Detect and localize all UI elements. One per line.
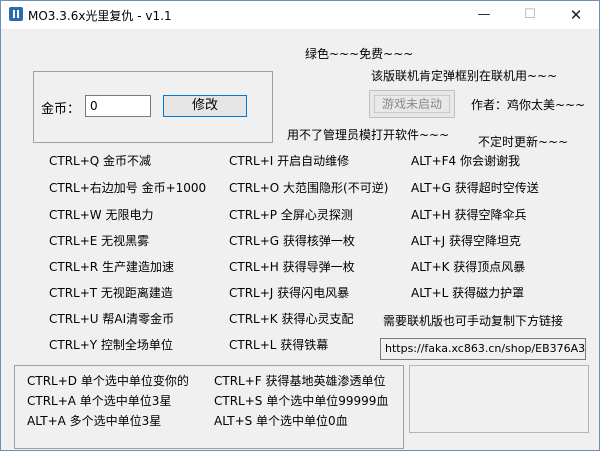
hotkey-label: CTRL+E 无视黑雾 (49, 234, 150, 248)
note-author: 作者：鸡你太美~~~ (471, 98, 586, 112)
game-status-button[interactable]: 游戏未启动 (369, 90, 455, 118)
maximize-button[interactable]: ☐ (507, 1, 553, 29)
note-online-warning: 该版联机肯定弹框别在联机用~~~ (371, 69, 558, 83)
empty-panel (409, 365, 589, 433)
hotkey-label: ALT+G 获得超时空传送 (411, 181, 539, 195)
hotkey-label: CTRL+U 帮AI清零金币 (49, 312, 175, 326)
hotkey-label: ALT+F4 你会谢谢我 (411, 154, 520, 168)
hotkey-label: CTRL+O 大范围隐形(不可逆) (229, 181, 389, 195)
hotkey-label: CTRL+T 无视距离建造 (49, 286, 173, 300)
gold-label: 金币： (41, 102, 81, 117)
url-field[interactable]: https://faka.xc863.cn/shop/EB376A3C (380, 338, 586, 360)
hotkey-label: CTRL+D 单个选中单位变你的 (27, 374, 189, 388)
hotkey-label: ALT+H 获得空降伞兵 (411, 208, 527, 222)
hotkey-label: CTRL+A 单个选中单位3星 (27, 394, 172, 408)
title-bar[interactable]: MO3.3.6x光里复仇 - v1.1 — ☐ ✕ (1, 1, 599, 29)
close-button[interactable]: ✕ (553, 1, 599, 29)
modify-button[interactable]: 修改 (163, 95, 247, 117)
hotkey-label: CTRL+F 获得基地英雄渗透单位 (214, 374, 386, 388)
note-online-copy: 需要联机版也可手动复制下方链接 (383, 314, 564, 328)
hotkey-label: CTRL+L 获得铁幕 (229, 338, 329, 352)
hotkey-label: CTRL+K 获得心灵支配 (229, 312, 354, 326)
hotkey-label: CTRL+P 全屏心灵探测 (229, 208, 353, 222)
hotkey-label: CTRL+H 获得导弹一枚 (229, 260, 355, 274)
note-free: 绿色~~~免费~~~ (305, 47, 414, 61)
app-window: MO3.3.6x光里复仇 - v1.1 — ☐ ✕ 绿色~~~免费~~~ 该版联… (0, 0, 600, 451)
note-no-admin: 用不了管理员模打开软件~~~ (287, 128, 450, 142)
app-icon (9, 7, 23, 21)
hotkey-label: CTRL+J 获得闪电风暴 (229, 286, 350, 300)
hotkey-label: ALT+J 获得空降坦克 (411, 234, 521, 248)
hotkey-label: CTRL+Y 控制全场单位 (49, 338, 173, 352)
hotkey-label: ALT+K 获得顶点风暴 (411, 260, 526, 274)
hotkey-label: ALT+A 多个选中单位3星 (27, 414, 162, 428)
gold-input[interactable] (85, 95, 151, 117)
hotkey-label: ALT+L 获得磁力护罩 (411, 286, 525, 300)
game-status-focus-frame (374, 95, 450, 113)
hotkey-label: CTRL+Q 金币不减 (49, 154, 152, 168)
hotkey-label: CTRL+W 无限电力 (49, 208, 154, 222)
hotkey-label: CTRL+R 生产建造加速 (49, 260, 174, 274)
note-updates: 不定时更新~~~ (478, 135, 569, 149)
hotkey-label: CTRL+I 开启自动维修 (229, 154, 350, 168)
hotkey-label: CTRL+右边加号 金币+1000 (49, 181, 207, 195)
hotkey-label: CTRL+S 单个选中单位99999血 (214, 394, 389, 408)
window-title: MO3.3.6x光里复仇 - v1.1 (28, 9, 172, 23)
hotkey-label: ALT+S 单个选中单位0血 (214, 414, 348, 428)
minimize-button[interactable]: — (461, 1, 507, 29)
hotkey-label: CTRL+G 获得核弹一枚 (229, 234, 355, 248)
